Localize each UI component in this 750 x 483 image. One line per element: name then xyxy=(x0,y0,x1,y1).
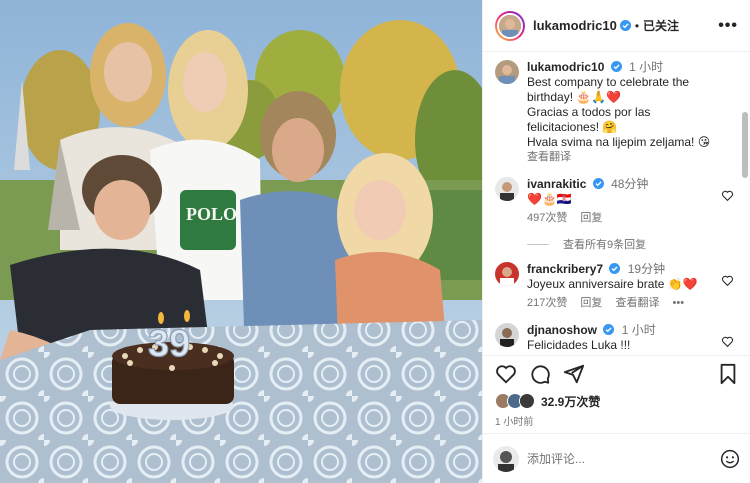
verified-badge-icon xyxy=(592,178,604,189)
avatar-image xyxy=(495,262,519,286)
svg-text:POLO: POLO xyxy=(186,204,237,224)
liker-avatar xyxy=(519,393,535,409)
add-comment-bar xyxy=(483,433,750,483)
reply-button[interactable]: 回复 xyxy=(580,297,602,309)
caption-line-3: Hvala svima na lijepim zeljama! 😘 xyxy=(527,135,711,149)
caption-line-2: Gracias a todos por las felicitaciones! … xyxy=(527,105,651,134)
comment-text: Felicidades Luka !!! xyxy=(527,338,631,352)
caption-username[interactable]: lukamodric10 xyxy=(527,60,604,74)
comments-list[interactable]: lukamodric10 1 小时 Best company to celebr… xyxy=(483,52,750,355)
like-comment-heart-icon[interactable] xyxy=(721,335,734,348)
author-username[interactable]: lukamodric10 xyxy=(533,18,617,33)
view-replies-link[interactable]: 查看所有9条回复 xyxy=(527,236,738,252)
comments-scrollbar[interactable] xyxy=(742,112,748,178)
emoji-picker-icon[interactable] xyxy=(720,449,740,469)
instagram-post: POLO 39 lukamodric10 • 已关注 ••• lukamodri… xyxy=(0,0,750,483)
comment-likes[interactable]: 497次赞 xyxy=(527,212,567,224)
like-comment-heart-icon[interactable] xyxy=(721,189,734,202)
share-paper-plane-icon[interactable] xyxy=(563,363,585,385)
comment-time: 48分钟 xyxy=(611,177,649,191)
current-user-avatar[interactable] xyxy=(493,445,519,472)
like-count[interactable]: 32.9万次赞 xyxy=(541,393,600,410)
comment-username[interactable]: djnanoshow xyxy=(527,323,597,337)
author-avatar[interactable] xyxy=(495,10,525,41)
comment-item: ivanrakitic 48分钟 ❤️🎂🇭🇷 497次赞 回复 xyxy=(495,177,738,226)
action-bar xyxy=(483,355,750,391)
save-bookmark-icon[interactable] xyxy=(718,363,738,385)
post-photo[interactable]: POLO 39 xyxy=(0,0,482,483)
comment-item: djnanoshow 1 小时 Felicidades Luka !!! xyxy=(495,323,738,353)
posted-time: 1 小时前 xyxy=(495,417,534,428)
reply-button[interactable]: 回复 xyxy=(580,212,602,224)
separator-dot: • xyxy=(634,18,640,33)
like-heart-icon[interactable] xyxy=(495,363,517,385)
more-options-icon[interactable]: ••• xyxy=(718,17,738,35)
comment-text: Joyeux anniversaire brate 👏❤️ xyxy=(527,277,698,291)
comment-translate-link[interactable]: 查看翻译 xyxy=(615,297,659,309)
avatar-image xyxy=(495,60,519,84)
comment-username[interactable]: franckribery7 xyxy=(527,262,603,276)
caption-time: 1 小时 xyxy=(629,60,664,74)
avatar-image xyxy=(493,445,519,472)
avatar-image xyxy=(499,14,521,37)
verified-badge-icon xyxy=(619,20,631,31)
verified-badge-icon xyxy=(610,61,622,72)
comment-time: 19分钟 xyxy=(627,262,666,276)
caption-translate-link[interactable]: 查看翻译 xyxy=(527,150,720,165)
comment-input[interactable] xyxy=(527,451,720,466)
following-button[interactable]: 已关注 xyxy=(643,17,679,34)
likes-summary[interactable]: 32.9万次赞 xyxy=(483,391,750,411)
comment-username[interactable]: ivanrakitic xyxy=(527,177,586,191)
comment-avatar[interactable] xyxy=(495,323,519,347)
comment-bubble-icon[interactable] xyxy=(529,363,551,385)
like-comment-heart-icon[interactable] xyxy=(721,274,734,287)
post-side-panel: lukamodric10 • 已关注 ••• lukamodric10 1 小时… xyxy=(482,0,750,483)
comment-more-icon[interactable]: ••• xyxy=(673,297,685,309)
caption: lukamodric10 1 小时 Best company to celebr… xyxy=(495,60,738,165)
comment-likes[interactable]: 217次赞 xyxy=(527,297,567,309)
comment-avatar[interactable] xyxy=(495,177,519,201)
family-birthday-photo: POLO 39 xyxy=(0,0,482,483)
candle-number: 39 xyxy=(148,323,190,365)
comment-item: franckribery7 19分钟 Joyeux anniversaire b… xyxy=(495,262,738,311)
post-header: lukamodric10 • 已关注 ••• xyxy=(483,0,750,52)
comment-avatar[interactable] xyxy=(495,262,519,286)
avatar-image xyxy=(495,177,519,201)
comment-time: 1 小时 xyxy=(621,323,656,337)
caption-line-1: Best company to celebrate the birthday! … xyxy=(527,75,690,104)
avatar-image xyxy=(495,323,519,347)
verified-badge-icon xyxy=(609,263,621,274)
comment-text: ❤️🎂🇭🇷 xyxy=(527,192,572,206)
caption-avatar[interactable] xyxy=(495,60,519,84)
verified-badge-icon xyxy=(603,324,615,335)
